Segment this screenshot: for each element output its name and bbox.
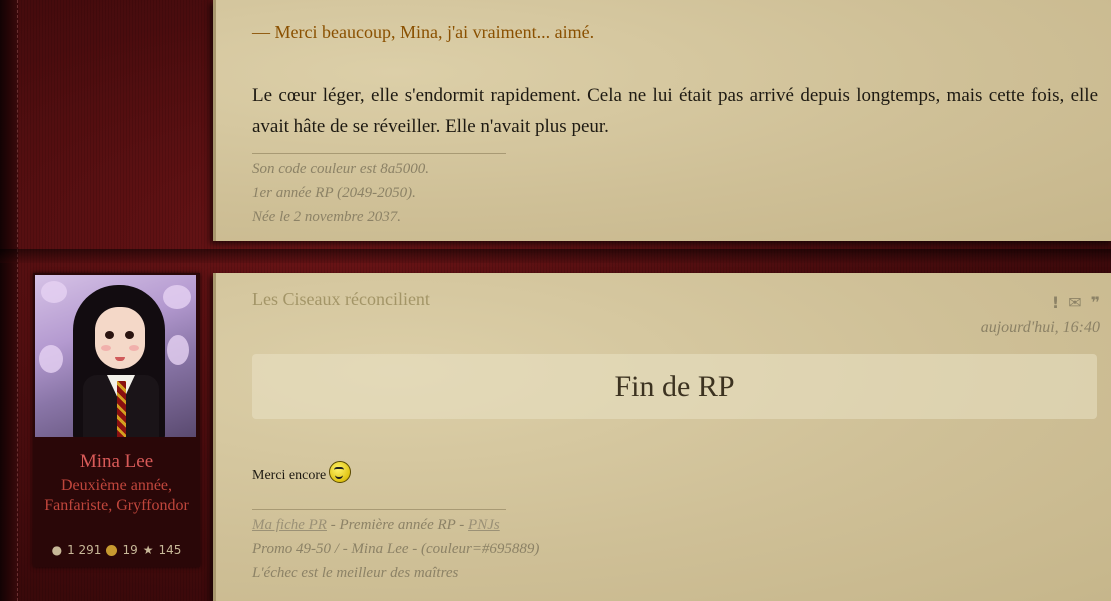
star-icon: ★ bbox=[142, 543, 154, 557]
profile-name[interactable]: Mina Lee bbox=[33, 451, 200, 473]
avatar-flower bbox=[39, 345, 63, 373]
message-icon[interactable]: ✉ bbox=[1068, 295, 1081, 311]
avatar-flower bbox=[163, 285, 191, 309]
report-icon[interactable]: ! bbox=[1052, 295, 1059, 311]
messages-count: 1 291 bbox=[67, 543, 102, 557]
signature-line: Ma fiche PR - Première année RP - PNJs bbox=[252, 513, 539, 537]
post-actions: ! ✉ ❞ bbox=[1052, 295, 1100, 311]
speech-bubble-icon: ● bbox=[51, 543, 63, 557]
signature-text: - Première année RP - bbox=[326, 517, 469, 533]
signature: Son code couleur est 8a5000. 1er année R… bbox=[252, 157, 429, 229]
smiley-icon bbox=[329, 461, 352, 483]
profile-sheet-link[interactable]: Ma fiche PR bbox=[252, 517, 327, 533]
avatar-cheek bbox=[101, 345, 111, 351]
stars-count: 145 bbox=[158, 543, 182, 557]
signature-divider bbox=[252, 153, 506, 154]
profile-rank: Deuxième année, Fanfariste, Gryffondor bbox=[44, 477, 189, 514]
post-panel-2: Les Ciseaux réconcilient ! ✉ ❞ aujourd'h… bbox=[213, 273, 1111, 601]
post-timestamp: aujourd'hui, 16:40 bbox=[980, 319, 1100, 336]
avatar-flower bbox=[167, 335, 189, 365]
coins-count: 19 bbox=[122, 543, 138, 557]
signature-divider bbox=[252, 509, 506, 510]
dialogue-line: — Merci beaucoup, Mina, j'ai vraiment...… bbox=[252, 22, 595, 42]
end-banner: Fin de RP bbox=[252, 354, 1097, 419]
avatar-eye bbox=[125, 331, 134, 339]
pnjs-link[interactable]: PNJs bbox=[468, 517, 500, 533]
user-profile-card: Mina Lee Deuxième année, Fanfariste, Gry… bbox=[33, 273, 200, 567]
coin-icon bbox=[106, 544, 118, 556]
avatar-eye bbox=[105, 331, 114, 339]
post-message: Merci encore bbox=[252, 461, 352, 487]
signature-line: L'échec est le meilleur des maîtres bbox=[252, 565, 459, 581]
post-title[interactable]: Les Ciseaux réconcilient bbox=[252, 289, 430, 310]
end-banner-text: Fin de RP bbox=[614, 369, 735, 403]
signature-line: Son code couleur est 8a5000. bbox=[252, 161, 430, 177]
divider-band bbox=[0, 249, 1111, 263]
post-panel-1: — Merci beaucoup, Mina, j'ai vraiment...… bbox=[213, 0, 1111, 241]
signature: Ma fiche PR - Première année RP - PNJs P… bbox=[252, 513, 539, 585]
avatar-flower bbox=[41, 281, 67, 303]
post-message-text: Merci encore bbox=[252, 468, 327, 483]
post-paragraph: Le cœur léger, elle s'endormit rapidemen… bbox=[252, 85, 1098, 137]
signature-line: Promo 49-50 / - Mina Lee - (couleur=#695… bbox=[252, 541, 540, 557]
avatar[interactable] bbox=[35, 275, 196, 437]
stitch-line bbox=[17, 0, 18, 601]
avatar-tie bbox=[117, 381, 126, 437]
profile-stats: ● 1 291 19 ★ 145 bbox=[33, 543, 200, 557]
signature-line: Née le 2 novembre 2037. bbox=[252, 209, 401, 225]
signature-line: 1er année RP (2049-2050). bbox=[252, 185, 416, 201]
quote-icon[interactable]: ❞ bbox=[1091, 295, 1100, 311]
left-edge bbox=[0, 0, 18, 601]
avatar-cheek bbox=[129, 345, 139, 351]
